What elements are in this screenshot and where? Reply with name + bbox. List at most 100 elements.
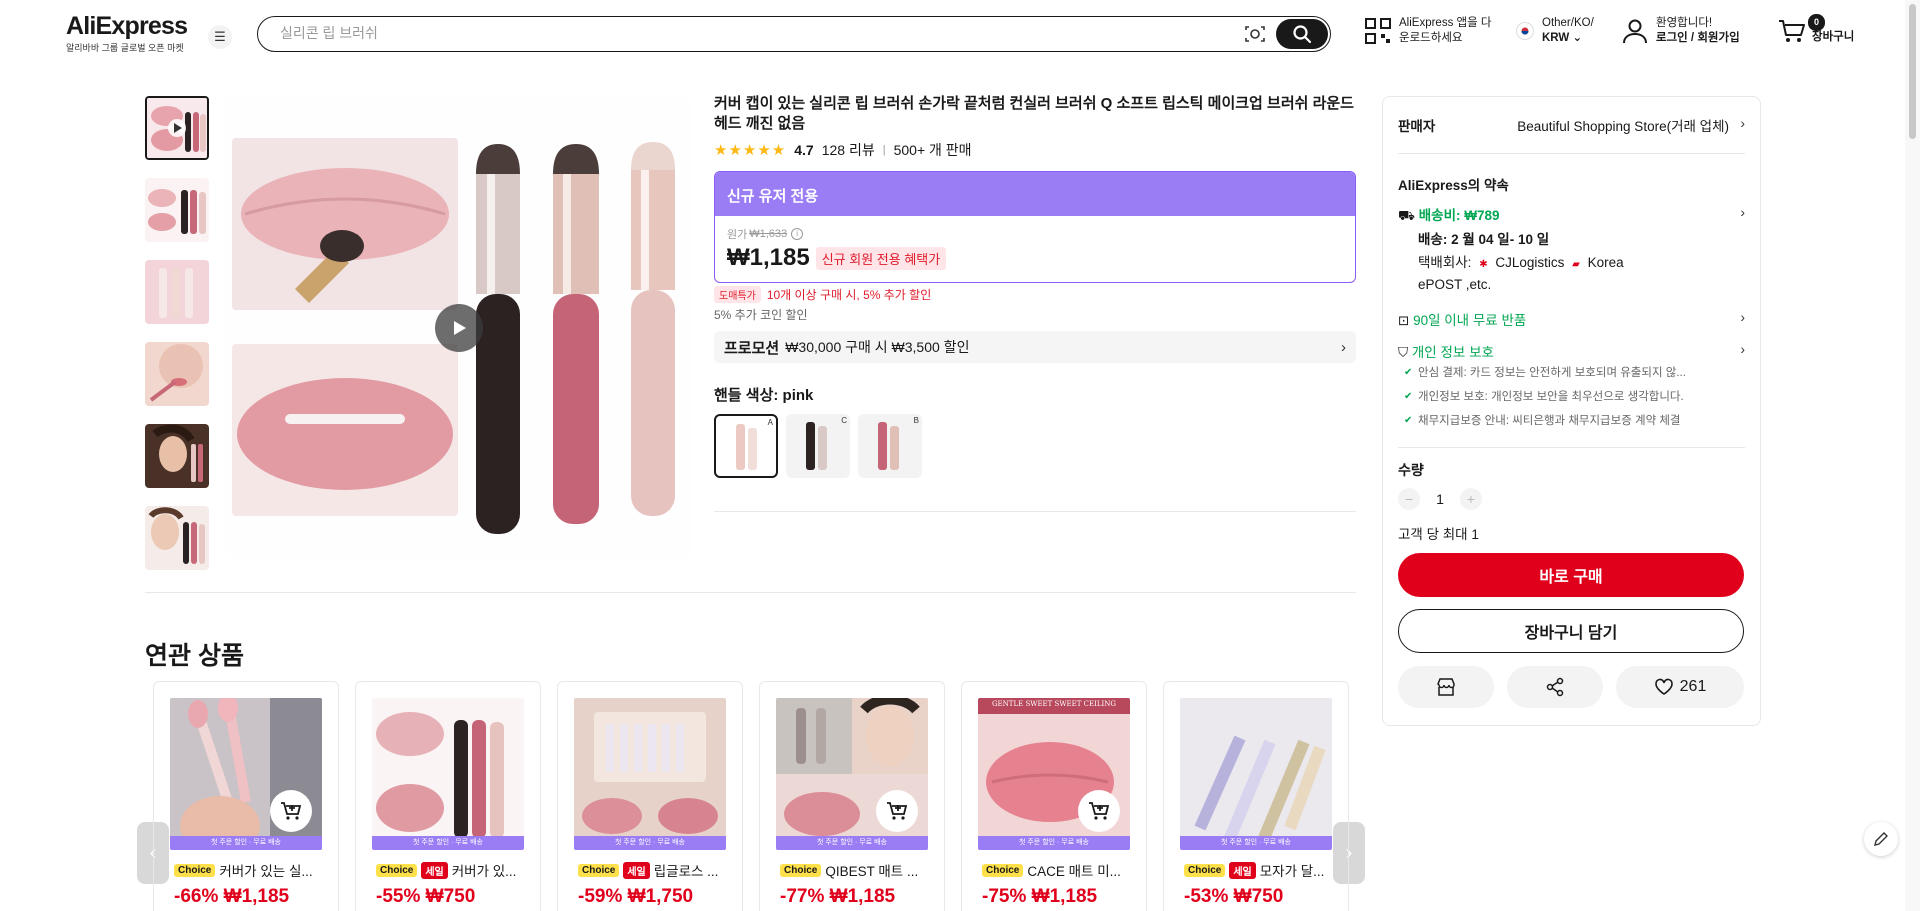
thumbnail-2[interactable] [145, 178, 209, 242]
search-bar[interactable] [257, 16, 1331, 52]
increase-quantity-button[interactable]: + [1460, 488, 1482, 510]
courier-epost: ePOST ,etc. [1418, 277, 1492, 292]
choice-badge: Choice [982, 863, 1024, 877]
edit-icon [1874, 832, 1888, 846]
search-input[interactable] [280, 25, 1180, 41]
card-price-value: ₩1,185 [1031, 886, 1098, 907]
quantity-value[interactable]: 1 [1420, 491, 1460, 507]
image-search-icon[interactable] [1242, 22, 1268, 46]
card-add-to-cart-button[interactable] [270, 790, 312, 832]
shipping-row[interactable]: ⛟ 배송비: ₩789 › [1398, 204, 1745, 226]
product-card-image[interactable]: 첫 주문 할인 · 무료 배송 [776, 698, 928, 850]
info-icon[interactable]: i [791, 228, 804, 240]
cart-label: 장바구니 [1812, 31, 1855, 43]
product-card[interactable]: 첫 주문 할인 · 무료 배송 Choice QIBEST 매트 ... -77… [759, 681, 945, 911]
app-download-line1: AliExpress 앱을 다 [1399, 17, 1492, 29]
seller-name[interactable]: Beautiful Shopping Store(거래 업체) [1517, 115, 1729, 135]
thumbnail-video[interactable] [145, 96, 209, 160]
thumbnail-5[interactable] [145, 424, 209, 488]
card-discount: -66% [174, 886, 219, 907]
product-card-title: 립글로스 ... [653, 864, 719, 879]
card-price-value: ₩1,185 [829, 886, 896, 907]
main-product-image[interactable] [225, 94, 691, 560]
store-button[interactable] [1398, 666, 1494, 708]
product-card[interactable]: 첫 주문 할인 · 무료 배송 Choice 세일 모자가 달... -53% … [1163, 681, 1349, 911]
product-card[interactable]: 첫 주문 할인 · 무료 배송 Choice 커버가 있는 실... -66% … [153, 681, 339, 911]
product-card-image[interactable]: 첫 주문 할인 · 무료 배송 [170, 698, 322, 850]
product-card-price: -59% ₩1,750 [578, 886, 693, 908]
info-divider [714, 511, 1356, 512]
search-icon [1293, 25, 1312, 44]
product-card-image[interactable]: 첫 주문 할인 · 무료 배송 [574, 698, 726, 850]
product-card-name[interactable]: Choice 세일 립글로스 ... [578, 860, 728, 880]
video-play-button[interactable] [435, 304, 483, 352]
swatch-black[interactable]: C [786, 414, 850, 478]
share-button[interactable] [1507, 666, 1603, 708]
product-card-name[interactable]: Choice 커버가 있는 실... [174, 860, 324, 880]
seller-label: 판매자 [1398, 119, 1436, 134]
product-card[interactable]: 첫 주문 할인 · 무료 배송 Choice 세일 커버가 있... -55% … [355, 681, 541, 911]
panel-divider [1398, 153, 1745, 154]
logo-text[interactable]: AliExpress [66, 12, 188, 40]
card-add-to-cart-button[interactable] [876, 790, 918, 832]
app-download-link[interactable]: AliExpress 앱을 다 운로드하세요 [1365, 16, 1491, 46]
decrease-quantity-button[interactable]: − [1398, 488, 1420, 510]
aliexpress-logo[interactable]: AliExpress 알리바바 그룹 글로벌 오픈 마켓 [66, 12, 188, 54]
cart-count-badge: 0 [1808, 14, 1826, 31]
card-promo-band: 첫 주문 할인 · 무료 배송 [1180, 836, 1332, 850]
category-menu-button[interactable]: ☰ [208, 25, 232, 49]
privacy-item: 안심 결제: 카드 정보는 안전하게 보호되며 유출되지 않... [1398, 361, 1745, 385]
qr-code-icon [1365, 18, 1391, 44]
search-button[interactable] [1276, 19, 1328, 49]
buy-now-button[interactable]: 바로 구매 [1398, 553, 1744, 597]
product-card-name[interactable]: Choice CACE 매트 미... [982, 860, 1132, 880]
current-price: ₩1,185 [727, 244, 810, 271]
page-scrollbar[interactable] [1905, 0, 1920, 911]
currency-label: KRW [1542, 32, 1570, 44]
cart-link[interactable]: 0 장바구니 [1778, 14, 1855, 45]
feedback-button[interactable] [1864, 822, 1898, 856]
product-card[interactable]: 첫 주문 할인 · 무료 배송 Choice 세일 립글로스 ... -59% … [557, 681, 743, 911]
thumbnail-4[interactable] [145, 342, 209, 406]
wishlist-button[interactable]: 261 [1616, 666, 1744, 708]
delivery-date: 배송: 2 월 04 일- 10 일 [1418, 232, 1550, 247]
card-discount: -53% [1184, 886, 1229, 907]
sale-badge: 세일 [421, 861, 448, 879]
shield-icon: ⛉ [1398, 345, 1409, 360]
new-member-price-tag: 신규 회원 전용 혜택가 [815, 246, 947, 270]
account-menu[interactable]: 환영합니다! 로그인 / 회원가입 [1622, 16, 1740, 46]
locale-line1: Other/KO/ [1542, 17, 1594, 29]
product-card-image[interactable]: GENTLE SWEET SWEET CEILING 첫 주문 할인 · 무료 … [978, 698, 1130, 850]
product-card[interactable]: GENTLE SWEET SWEET CEILING 첫 주문 할인 · 무료 … [961, 681, 1147, 911]
product-card-name[interactable]: Choice QIBEST 매트 ... [780, 860, 930, 880]
add-to-cart-button[interactable]: 장바구니 담기 [1398, 609, 1744, 653]
swatch-rose[interactable]: B [858, 414, 922, 478]
color-swatches: A C B [714, 414, 1356, 478]
promotion-banner[interactable]: 프로모션 ₩30,000 구매 시 ₩3,500 할인 › [714, 331, 1356, 363]
card-promo-band: 첫 주문 할인 · 무료 배송 [372, 836, 524, 850]
card-discount: -55% [376, 886, 421, 907]
review-count-link[interactable]: 128 리뷰 [822, 140, 875, 160]
chevron-right-icon: › [1740, 309, 1745, 325]
thumbnail-6[interactable] [145, 506, 209, 570]
product-card-image[interactable]: 첫 주문 할인 · 무료 배송 [1180, 698, 1332, 850]
thumbnail-3[interactable] [145, 260, 209, 324]
app-download-line2: 운로드하세요 [1399, 32, 1463, 44]
product-card-image[interactable]: 첫 주문 할인 · 무료 배송 [372, 698, 524, 850]
cart-plus-icon [887, 802, 908, 820]
product-card-name[interactable]: Choice 세일 모자가 달... [1184, 860, 1334, 880]
privacy-row[interactable]: ⛉ 개인 정보 보호 › [1398, 341, 1745, 361]
card-add-to-cart-button[interactable] [1078, 790, 1120, 832]
product-card-name[interactable]: Choice 세일 커버가 있... [376, 860, 526, 880]
returns-row[interactable]: ⊡ 90일 이내 무료 반품 › [1398, 309, 1745, 329]
locale-selector[interactable]: Other/KO/ KRW ⌄ [1516, 16, 1594, 46]
card-price-value: ₩750 [425, 886, 476, 907]
card-discount: -59% [578, 886, 623, 907]
seller-row[interactable]: 판매자 Beautiful Shopping Store(거래 업체) › [1398, 115, 1745, 135]
cart-plus-icon [281, 802, 302, 820]
scrollbar-thumb[interactable] [1909, 4, 1916, 139]
swatch-pink[interactable]: A [714, 414, 778, 478]
login-signup-link[interactable]: 로그인 / 회원가입 [1656, 31, 1740, 46]
quantity-label: 수량 [1398, 462, 1424, 478]
privacy-title: 개인 정보 보호 [1411, 345, 1494, 360]
